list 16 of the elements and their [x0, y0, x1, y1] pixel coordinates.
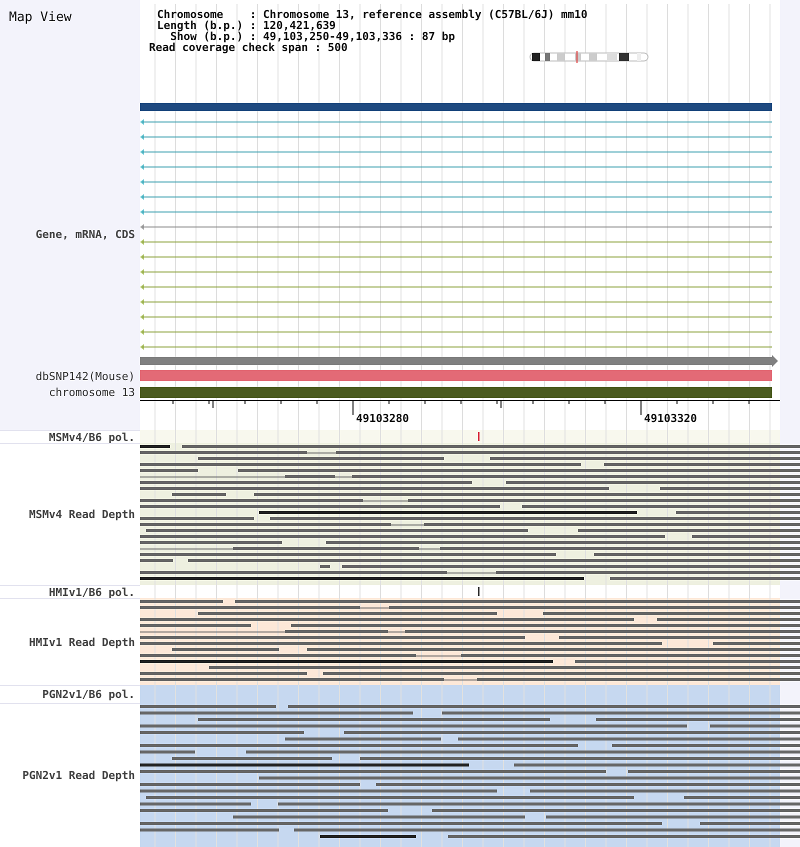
ruler-label: 49103280: [356, 412, 409, 425]
ruler-label: 49103320: [644, 412, 697, 425]
info-line: Show (b.p.) : 49,103,250-49,103,336 : 87 bp: [170, 31, 456, 42]
track-label: PGN2v1/B6 pol.: [42, 688, 135, 701]
info-line: Chromosome : Chromosome 13, reference assembly (C57BL/6J) mm10: [156, 9, 588, 20]
track-label: dbSNP142(Mouse): [36, 370, 135, 383]
info-line: Length (b.p.) : 120,421,639: [156, 20, 336, 31]
track-label: Gene, mRNA, CDS: [36, 228, 135, 240]
track-label: HMIv1/B6 pol.: [48, 586, 135, 598]
track-label: MSMv4/B6 pol.: [48, 430, 135, 444]
track-label: PGN2v1 Read Depth: [22, 769, 135, 782]
track-label: chromosome 13: [48, 386, 135, 399]
map-view-title: Map View: [9, 10, 72, 25]
info-line: Read coverage check span : 500: [149, 42, 348, 53]
track-label: HMIv1 Read Depth: [29, 636, 135, 648]
track-label: MSMv4 Read Depth: [29, 508, 135, 521]
